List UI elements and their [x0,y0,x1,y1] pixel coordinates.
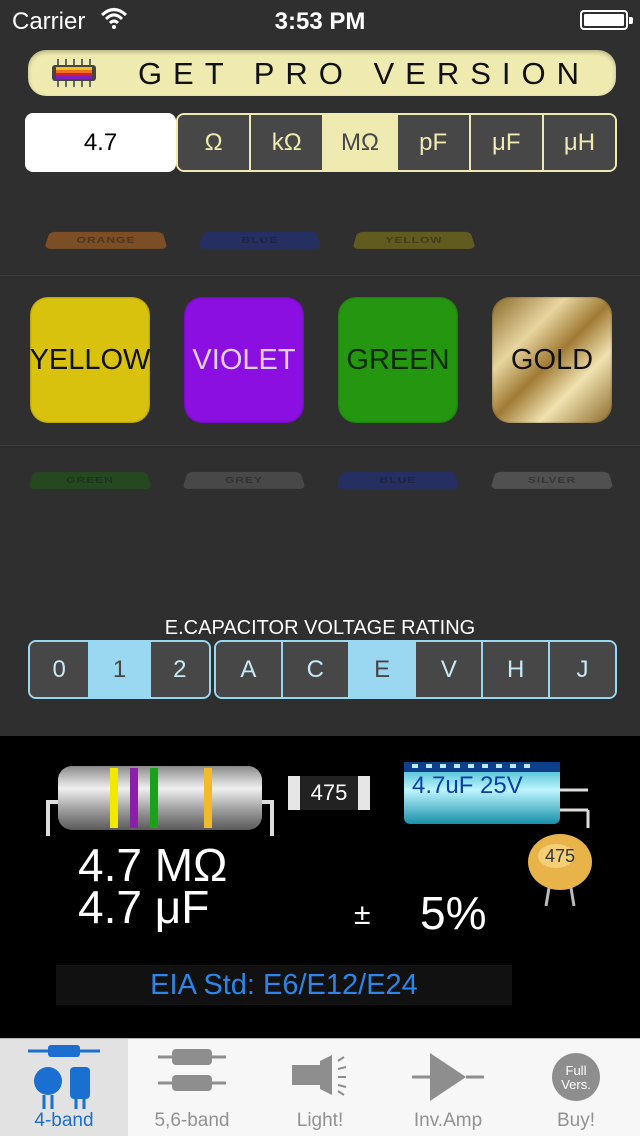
band-button-gold[interactable]: GOLD [492,297,612,423]
unit-option[interactable]: μF [470,115,544,170]
voltage-option[interactable]: A [216,642,283,697]
tab-light[interactable]: Light! [256,1039,384,1136]
resistor-chip-icon [52,59,96,87]
band-button-yellow[interactable]: YELLOW [30,297,150,423]
voltage-option[interactable]: C [282,642,350,697]
voltage-digit-selector: 012 [28,640,211,699]
status-time: 3:53 PM [274,8,366,35]
tolerance-sign: ± [354,898,371,931]
voltage-option[interactable]: H [483,642,551,697]
unit-selector: ΩkΩ MΩ pF μF μH [176,113,617,172]
tolerance-value: 5% [420,887,487,939]
tab-inv-amp[interactable]: Inv.Amp [384,1039,512,1136]
get-pro-label: GET PRO VERSION [137,56,591,91]
picker-ghost-item[interactable]: SILVER [490,471,614,489]
ceramic-code: 475 [544,846,576,866]
tab-buy[interactable]: Full Vers. Buy! [512,1039,640,1136]
voltage-letter-selector: ACEVHJ [214,640,617,699]
resistor-illustration [46,766,274,836]
value-input[interactable] [25,113,176,172]
battery-icon [580,10,633,30]
tab-4-band[interactable]: 4-band [0,1039,128,1136]
picker-ghost-item[interactable]: GREY [182,471,306,489]
svg-text:Vers.: Vers. [561,1077,591,1092]
tab-label: 5,6-band [154,1110,230,1131]
band-button-violet[interactable]: VIOLET [184,297,304,423]
unit-option[interactable]: MΩ [324,115,398,170]
unit-option[interactable]: Ω [178,115,252,170]
picker-ghost-item[interactable]: YELLOW [352,231,476,249]
ecap-label: 4.7uF 25V [412,772,523,799]
tab-label: Inv.Amp [413,1110,483,1131]
voltage-option[interactable]: V [416,642,484,697]
full-version-icon: Full Vers. [552,1053,600,1101]
unit-option[interactable]: pF [397,115,471,170]
band-button-green[interactable]: GREEN [338,297,458,423]
get-pro-banner[interactable]: GET PRO VERSION [28,50,616,96]
flashlight-icon [292,1055,347,1096]
voltage-rating-label: E.CAPACITOR VOLTAGE RATING [164,617,476,639]
picker-ghost-item[interactable]: BLUE [198,231,322,249]
tab-label: Light! [296,1110,344,1131]
voltage-option[interactable]: 2 [150,642,209,697]
unit-option[interactable]: μH [543,115,615,170]
unit-option[interactable]: kΩ [251,115,325,170]
eia-standard: EIA Std: E6/E12/E24 [56,965,512,1005]
picker-divider-top [0,275,640,276]
tab-5-6-band[interactable]: 5,6-band [128,1039,256,1136]
op-amp-icon [412,1053,484,1101]
picker-ghost-item[interactable]: ORANGE [44,231,168,249]
voltage-option[interactable]: E [349,642,417,697]
picker-ghost-item[interactable]: GREEN [28,471,152,489]
resistor-capacitor-icon [28,1045,100,1109]
tab-bar: 4-band 5,6-band Light! Inv.Amp Full Vers [0,1038,640,1136]
voltage-option[interactable]: J [550,642,615,697]
two-resistors-icon [158,1049,226,1091]
svg-text:Full: Full [566,1063,587,1078]
status-bar: Carrier 3:53 PM [0,0,640,40]
picker-divider-bottom [0,445,640,446]
picker-ghost-item[interactable]: BLUE [336,471,460,489]
smd-code: 475 [310,780,348,805]
tab-label: 4-band [34,1110,94,1131]
tab-label: Buy! [556,1110,596,1131]
voltage-option[interactable]: 0 [30,642,91,697]
ceramic-capacitor-illustration [528,834,592,907]
voltage-option[interactable]: 1 [90,642,151,697]
capacitance-value: 4.7 μF [78,881,210,933]
